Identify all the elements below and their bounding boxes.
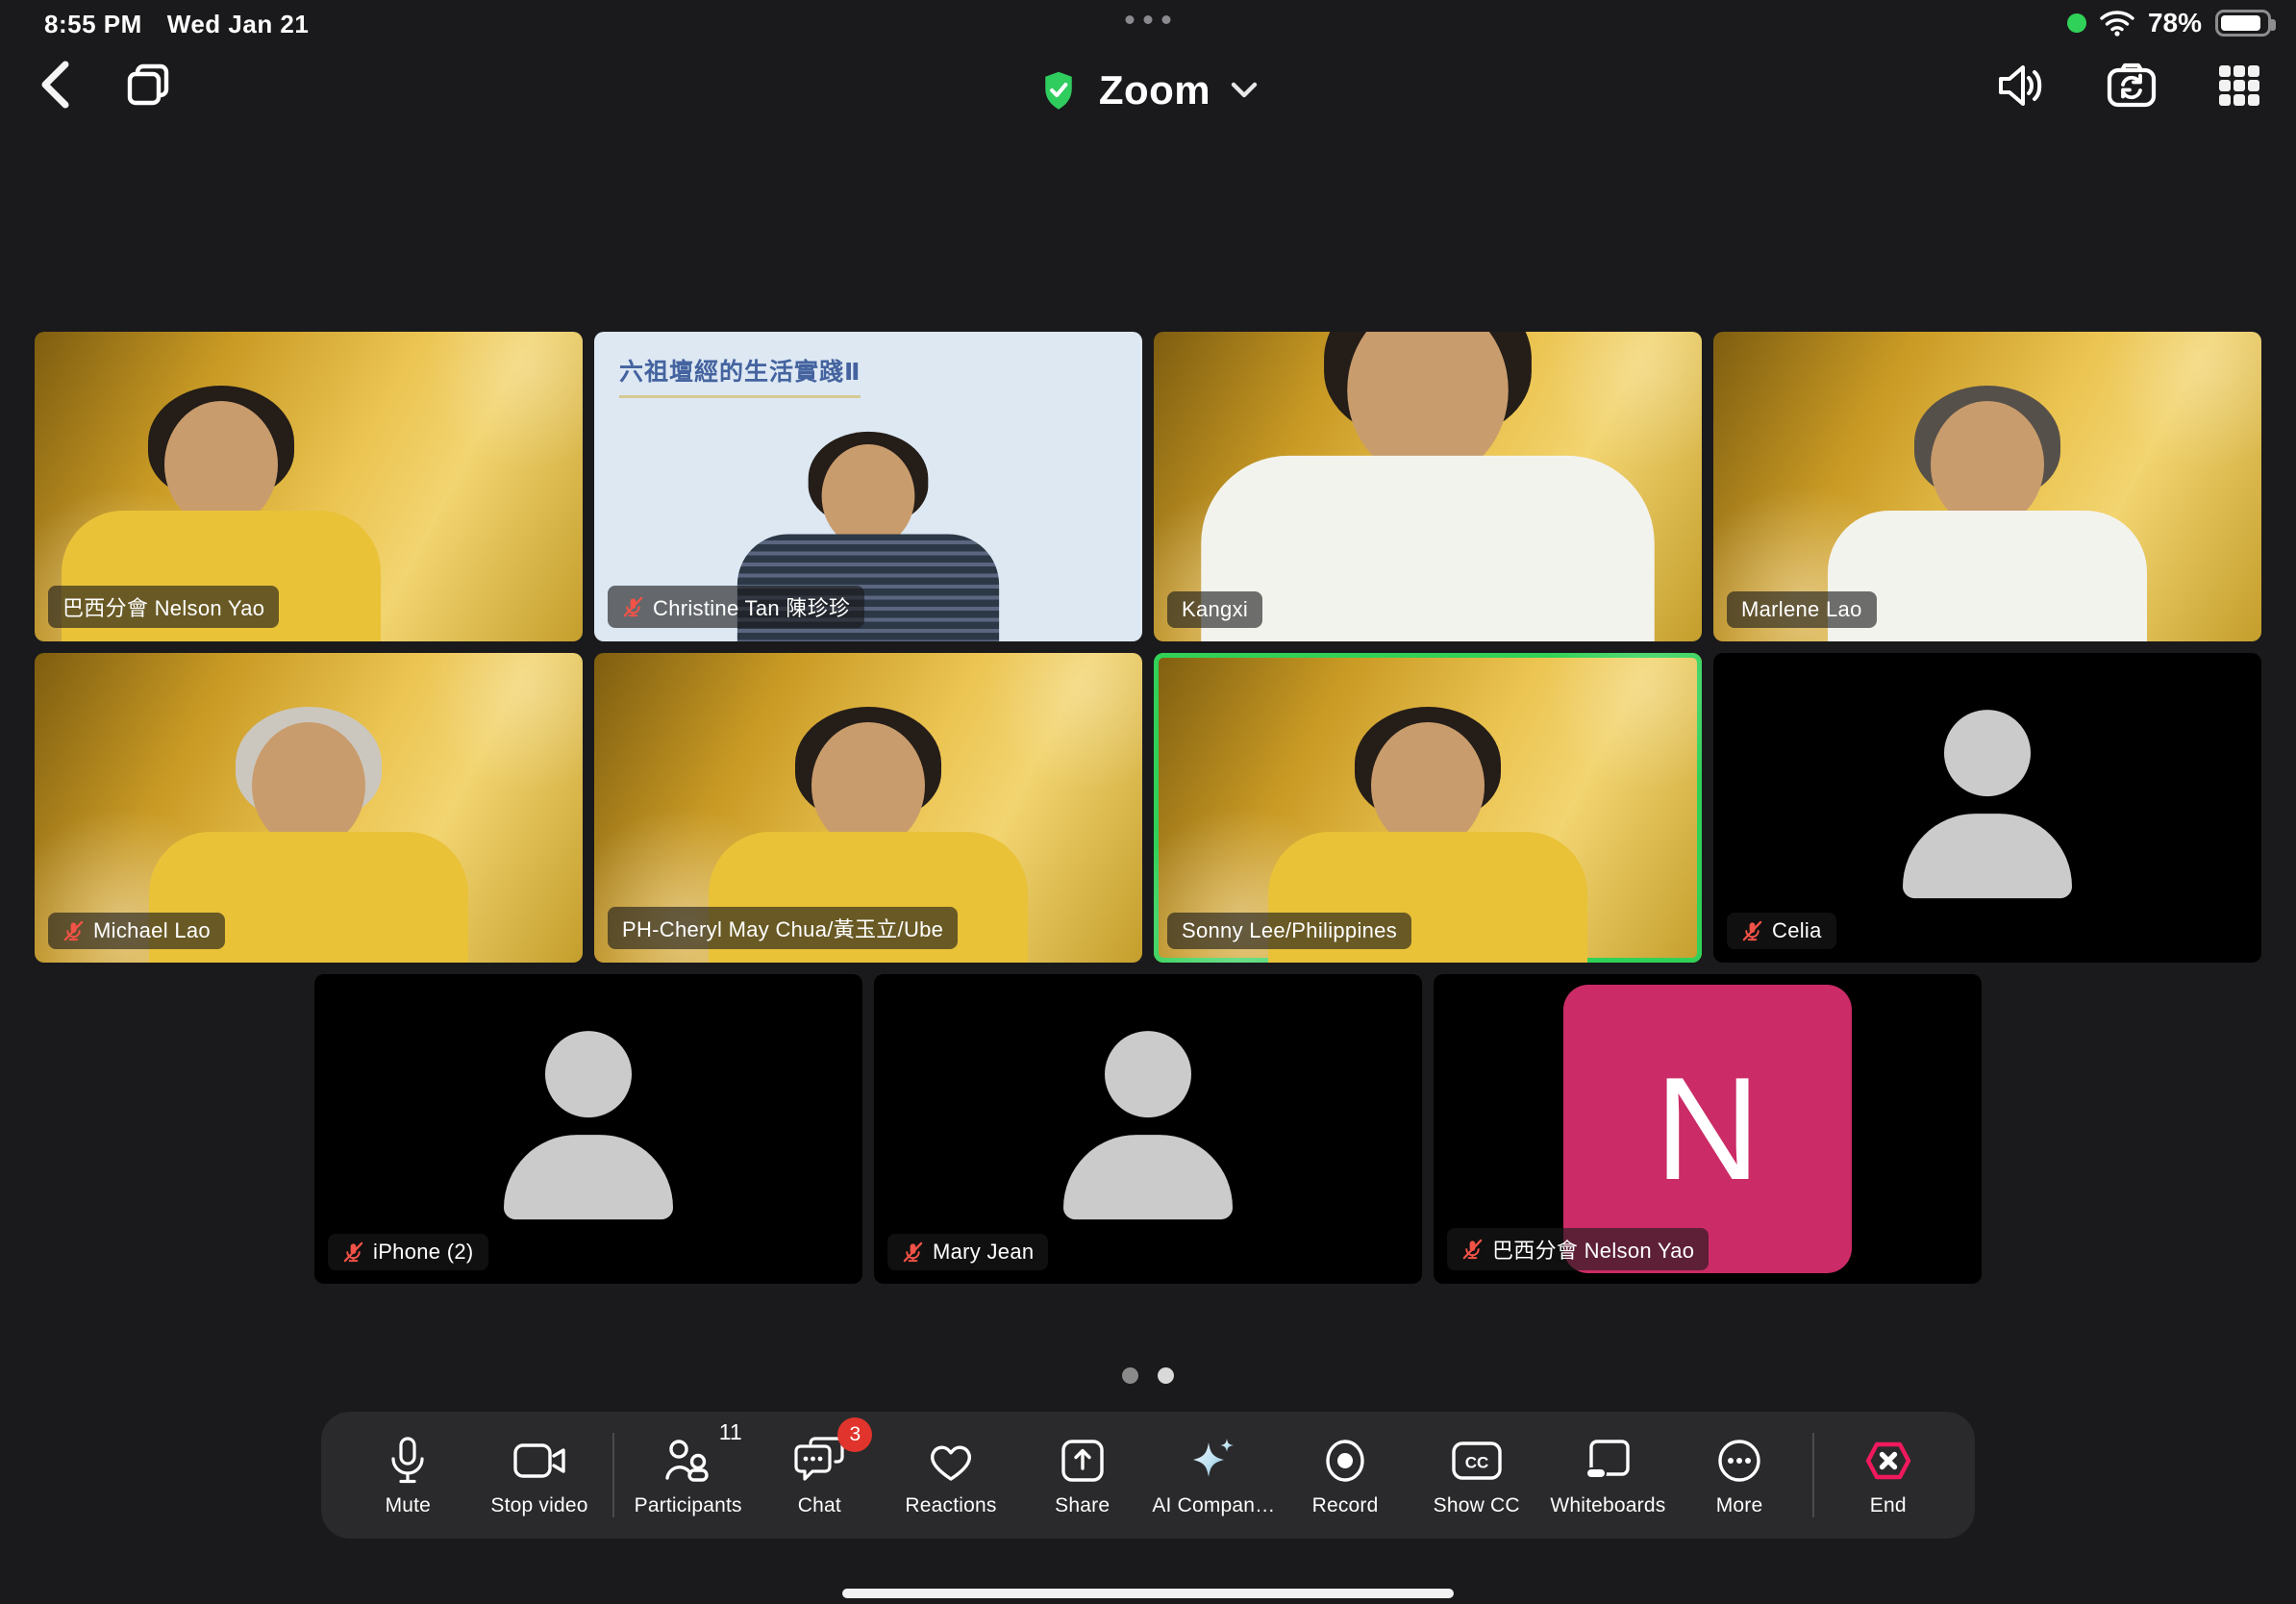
chat-bubbles-icon (793, 1436, 845, 1486)
participant-name-label: Christine Tan 陳珍珍 (608, 586, 864, 628)
participant-name-label: PH-Cheryl May Chua/黃玉立/Ube (608, 907, 958, 949)
gallery-view-button[interactable] (2215, 62, 2263, 110)
participant-name-label: Sonny Lee/Philippines (1167, 913, 1411, 949)
page-dot (1122, 1367, 1138, 1384)
video-tile-marlene-lao[interactable]: Marlene Lao (1713, 332, 2261, 641)
meeting-title-dropdown[interactable]: Zoom (0, 46, 2296, 135)
muted-mic-icon (1461, 1239, 1484, 1261)
whiteboards-button[interactable]: Whiteboards (1542, 1433, 1674, 1517)
video-grid: 巴西分會 Nelson Yao 六祖壇經的生活實踐Ⅱ Christine Tan… (0, 332, 2296, 1284)
participant-name-label: Michael Lao (48, 913, 225, 949)
video-tile-celia[interactable]: Celia (1713, 653, 2261, 963)
record-dot-icon (1321, 1436, 1369, 1486)
participants-button[interactable]: 11 Participants (622, 1433, 754, 1517)
audio-output-button[interactable] (1994, 62, 2048, 110)
video-tile-christine-tan[interactable]: 六祖壇經的生活實踐Ⅱ Christine Tan 陳珍珍 (594, 332, 1142, 641)
microphone-icon (388, 1436, 427, 1486)
share-up-arrow-icon (1059, 1437, 1107, 1485)
end-meeting-button[interactable]: End (1822, 1433, 1954, 1517)
toolbar-divider (612, 1433, 614, 1517)
svg-text:CC: CC (1464, 1454, 1488, 1472)
reactions-button[interactable]: Reactions (886, 1433, 1017, 1517)
shared-slide-title: 六祖壇經的生活實踐Ⅱ (619, 353, 861, 398)
participant-name-label: 巴西分會 Nelson Yao (48, 586, 279, 628)
whiteboard-icon (1583, 1437, 1633, 1485)
video-tile-kangxi[interactable]: Kangxi (1154, 332, 1702, 641)
more-button[interactable]: More (1674, 1433, 1806, 1517)
stop-video-button[interactable]: Stop video (474, 1433, 606, 1517)
participant-name-label: Celia (1727, 913, 1836, 949)
video-tile-sonny-lee-active-speaker[interactable]: Sonny Lee/Philippines (1154, 653, 1702, 963)
app-title: Zoom (1099, 67, 1210, 113)
meeting-nav-bar: Zoom (0, 46, 2296, 135)
participant-name-label: 巴西分會 Nelson Yao (1447, 1228, 1709, 1270)
mic-in-use-green-dot (2067, 13, 2086, 33)
battery-icon (2215, 10, 2271, 37)
closed-captions-icon: CC (1450, 1440, 1504, 1482)
end-call-hexagon-icon (1863, 1436, 1913, 1486)
muted-mic-icon (342, 1241, 364, 1264)
video-tile-mary-jean[interactable]: Mary Jean (874, 974, 1422, 1284)
participant-name-label: Marlene Lao (1727, 591, 1877, 628)
share-button[interactable]: Share (1016, 1433, 1148, 1517)
record-button[interactable]: Record (1280, 1433, 1411, 1517)
multitask-dots-indicator[interactable] (1126, 15, 1171, 24)
participant-name-label: Mary Jean (887, 1234, 1048, 1270)
page-dots-indicator (1122, 1367, 1174, 1384)
clock-date: Wed Jan 21 (167, 10, 310, 39)
page-dot-active (1158, 1367, 1174, 1384)
avatar-placeholder-icon (1063, 1031, 1233, 1219)
switch-camera-button[interactable] (2104, 62, 2159, 110)
video-tile-nelson-yao[interactable]: 巴西分會 Nelson Yao (35, 332, 583, 641)
heart-icon (926, 1438, 976, 1484)
home-indicator[interactable] (842, 1589, 1454, 1598)
video-camera-icon (512, 1440, 567, 1482)
video-tile-nelson-yao-phone[interactable]: N 巴西分會 Nelson Yao (1434, 974, 1982, 1284)
chevron-down-icon (1230, 81, 1259, 100)
avatar-placeholder-icon (504, 1031, 673, 1219)
participants-icon (663, 1436, 713, 1486)
battery-percent: 78% (2148, 8, 2202, 38)
wifi-icon (2100, 10, 2134, 37)
video-tile-cheryl-may-chua[interactable]: PH-Cheryl May Chua/黃玉立/Ube (594, 653, 1142, 963)
meeting-toolbar: Mute Stop video 11 Participants (321, 1412, 1975, 1539)
show-cc-button[interactable]: CC Show CC (1410, 1433, 1542, 1517)
muted-mic-icon (902, 1241, 924, 1264)
participants-count: 11 (719, 1419, 742, 1445)
muted-mic-icon (1741, 920, 1763, 942)
more-ellipsis-icon (1714, 1436, 1764, 1486)
muted-mic-icon (62, 920, 85, 942)
mute-button[interactable]: Mute (342, 1433, 474, 1517)
clock-time: 8:55 PM (44, 10, 142, 39)
ai-sparkle-icon (1187, 1435, 1239, 1487)
muted-mic-icon (622, 596, 644, 618)
avatar-placeholder-icon (1903, 710, 2072, 898)
video-tile-michael-lao[interactable]: Michael Lao (35, 653, 583, 963)
chat-unread-badge: 3 (837, 1417, 872, 1452)
video-tile-iphone-2[interactable]: iPhone (2) (314, 974, 862, 1284)
status-bar: 8:55 PM Wed Jan 21 78% (0, 0, 2296, 46)
security-shield-icon (1037, 67, 1080, 113)
ai-companion-button[interactable]: AI Compan… (1148, 1433, 1280, 1517)
participant-name-label: Kangxi (1167, 591, 1262, 628)
participant-name-label: iPhone (2) (328, 1234, 488, 1270)
toolbar-divider (1812, 1433, 1814, 1517)
chat-button[interactable]: 3 Chat (754, 1433, 886, 1517)
